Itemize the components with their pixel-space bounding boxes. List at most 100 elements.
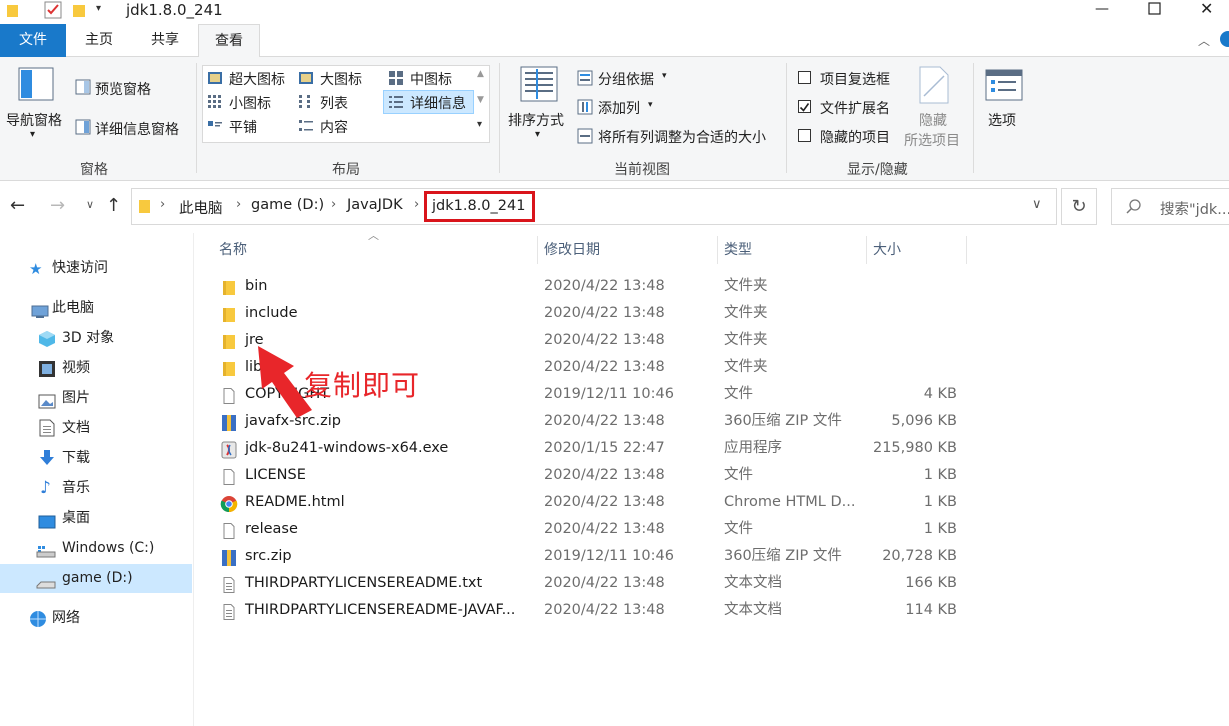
- add-columns-button[interactable]: 添加列: [598, 98, 640, 118]
- breadcrumb-chevron-icon[interactable]: ›: [414, 197, 419, 212]
- group-by-button[interactable]: 分组依据: [598, 69, 654, 89]
- table-row[interactable]: THIRDPARTYLICENSEREADME.txt 2020/4/22 13…: [212, 570, 972, 597]
- layout-medium-icons[interactable]: 中图标: [410, 69, 452, 89]
- column-header-size[interactable]: 大小: [873, 236, 901, 264]
- breadcrumb-chevron-icon[interactable]: ›: [236, 197, 241, 212]
- sort-by-icon: [520, 66, 558, 102]
- hide-selected-label-2: 所选项目: [904, 133, 960, 149]
- file-name[interactable]: THIRDPARTYLICENSEREADME.txt: [245, 570, 482, 597]
- minimize-button[interactable]: —: [1092, 0, 1112, 20]
- address-dropdown-icon[interactable]: ∨: [1032, 197, 1042, 212]
- layout-small-icons[interactable]: 小图标: [229, 93, 271, 113]
- table-row[interactable]: README.html 2020/4/22 13:48 Chrome HTML …: [212, 489, 972, 516]
- file-name[interactable]: include: [245, 300, 298, 327]
- file-extensions-label[interactable]: 文件扩展名: [820, 98, 890, 118]
- table-row[interactable]: javafx-src.zip 2020/4/22 13:48 360压缩 ZIP…: [212, 408, 972, 435]
- sidebar-item-desktop[interactable]: 桌面: [0, 504, 192, 533]
- search-box[interactable]: 搜索"jdk...: [1111, 188, 1229, 225]
- new-folder-icon[interactable]: [72, 3, 86, 18]
- item-checkboxes-checkbox[interactable]: [798, 71, 811, 84]
- refresh-button[interactable]: ↻: [1061, 188, 1097, 225]
- layout-details[interactable]: 详细信息: [410, 93, 466, 113]
- item-checkboxes-label[interactable]: 项目复选框: [820, 69, 890, 89]
- column-header-type[interactable]: 类型: [724, 236, 752, 264]
- file-name[interactable]: LICENSE: [245, 462, 306, 489]
- size-all-columns-button[interactable]: 将所有列调整为合适的大小: [598, 127, 766, 147]
- close-button[interactable]: ✕: [1200, 0, 1220, 20]
- properties-icon[interactable]: [44, 1, 62, 19]
- collapse-ribbon-icon[interactable]: ︿: [1198, 32, 1210, 49]
- file-name[interactable]: THIRDPARTYLICENSEREADME-JAVAF...: [245, 597, 515, 624]
- breadcrumb-this-pc[interactable]: 此电脑: [179, 197, 223, 218]
- breadcrumb-drive-d[interactable]: game (D:): [251, 197, 324, 213]
- layout-content[interactable]: 内容: [320, 117, 348, 137]
- sidebar-item-3d-objects[interactable]: 3D 对象: [0, 324, 192, 353]
- divider[interactable]: [866, 236, 867, 264]
- table-row[interactable]: jre 2020/4/22 13:48 文件夹: [212, 327, 972, 354]
- details-pane-button[interactable]: 详细信息窗格: [95, 119, 179, 139]
- column-header-modified[interactable]: 修改日期: [544, 236, 600, 264]
- sidebar-item-downloads[interactable]: 下载: [0, 444, 192, 473]
- maximize-button[interactable]: [1147, 0, 1167, 20]
- tab-home[interactable]: 主页: [66, 24, 132, 57]
- up-button[interactable]: ↑: [106, 195, 121, 216]
- file-size: 20,728 KB: [882, 548, 957, 564]
- breadcrumb-current-folder[interactable]: jdk1.8.0_241: [424, 191, 535, 222]
- sidebar-item-network[interactable]: 网络: [0, 604, 192, 633]
- sidebar-item-pictures[interactable]: 图片: [0, 384, 192, 413]
- layout-tiles[interactable]: 平铺: [229, 117, 257, 137]
- address-row: ← → ∨ ↑ › 此电脑 › game (D:) › JavaJDK › jd…: [0, 181, 1229, 233]
- column-header-name[interactable]: 名称: [219, 236, 247, 264]
- sidebar-item-quick-access[interactable]: ★ 快速访问: [0, 254, 192, 283]
- content-icon: [298, 118, 314, 134]
- table-row[interactable]: src.zip 2019/12/11 10:46 360压缩 ZIP 文件 20…: [212, 543, 972, 570]
- help-icon[interactable]: [1220, 31, 1229, 47]
- table-row[interactable]: include 2020/4/22 13:48 文件夹: [212, 300, 972, 327]
- divider[interactable]: [537, 236, 538, 264]
- table-row[interactable]: bin 2020/4/22 13:48 文件夹: [212, 273, 972, 300]
- file-date: 2020/4/22 13:48: [544, 494, 665, 510]
- sidebar-item-documents[interactable]: 文档: [0, 414, 192, 443]
- sidebar-item-label: 3D 对象: [62, 330, 115, 346]
- scroll-down-icon[interactable]: ▼: [477, 95, 484, 105]
- sidebar-item-music[interactable]: ♪ 音乐: [0, 474, 192, 503]
- hidden-items-checkbox[interactable]: [798, 129, 811, 142]
- sidebar-item-windows-c[interactable]: Windows (C:): [0, 534, 192, 563]
- layout-list[interactable]: 列表: [320, 93, 348, 113]
- table-row[interactable]: LICENSE 2020/4/22 13:48 文件 1 KB: [212, 462, 972, 489]
- divider[interactable]: [966, 236, 967, 264]
- hidden-items-label[interactable]: 隐藏的项目: [820, 127, 890, 147]
- breadcrumb-chevron-icon[interactable]: ›: [160, 197, 165, 212]
- customize-quick-access-icon[interactable]: ▾: [96, 3, 108, 17]
- divider[interactable]: [717, 236, 718, 264]
- recent-locations-icon[interactable]: ∨: [86, 198, 94, 211]
- table-row[interactable]: jdk-8u241-windows-x64.exe 2020/1/15 22:4…: [212, 435, 972, 462]
- file-name[interactable]: jdk-8u241-windows-x64.exe: [245, 435, 448, 462]
- file-name[interactable]: release: [245, 516, 298, 543]
- file-name[interactable]: bin: [245, 273, 267, 300]
- sidebar-item-game-d[interactable]: game (D:): [0, 564, 192, 593]
- sidebar-item-videos[interactable]: 视频: [0, 354, 192, 383]
- file-name[interactable]: README.html: [245, 489, 345, 516]
- layout-extra-large-icons[interactable]: 超大图标: [229, 69, 285, 89]
- file-extensions-checkbox[interactable]: [798, 100, 811, 113]
- title-bar: ▾ jdk1.8.0_241 — ✕: [0, 0, 1229, 24]
- layout-large-icons[interactable]: 大图标: [320, 69, 362, 89]
- table-row[interactable]: THIRDPARTYLICENSEREADME-JAVAF... 2020/4/…: [212, 597, 972, 624]
- file-name[interactable]: src.zip: [245, 543, 292, 570]
- divider: [499, 63, 500, 173]
- address-bar[interactable]: › 此电脑 › game (D:) › JavaJDK › jdk1.8.0_2…: [131, 188, 1057, 225]
- tab-share[interactable]: 共享: [132, 24, 198, 57]
- preview-pane-button[interactable]: 预览窗格: [95, 79, 151, 99]
- scroll-up-icon[interactable]: ▲: [477, 69, 484, 79]
- breadcrumb-javajdk[interactable]: JavaJDK: [347, 197, 403, 213]
- table-row[interactable]: release 2020/4/22 13:48 文件 1 KB: [212, 516, 972, 543]
- forward-button[interactable]: →: [50, 195, 65, 216]
- back-button[interactable]: ←: [10, 195, 25, 216]
- tab-file[interactable]: 文件: [0, 24, 66, 57]
- breadcrumb-chevron-icon[interactable]: ›: [331, 197, 336, 212]
- expand-gallery-icon[interactable]: ▾: [477, 119, 482, 130]
- tab-view[interactable]: 查看: [198, 24, 260, 58]
- sidebar-item-this-pc[interactable]: 此电脑: [0, 294, 192, 323]
- pane-group-label: 窗格: [80, 162, 108, 178]
